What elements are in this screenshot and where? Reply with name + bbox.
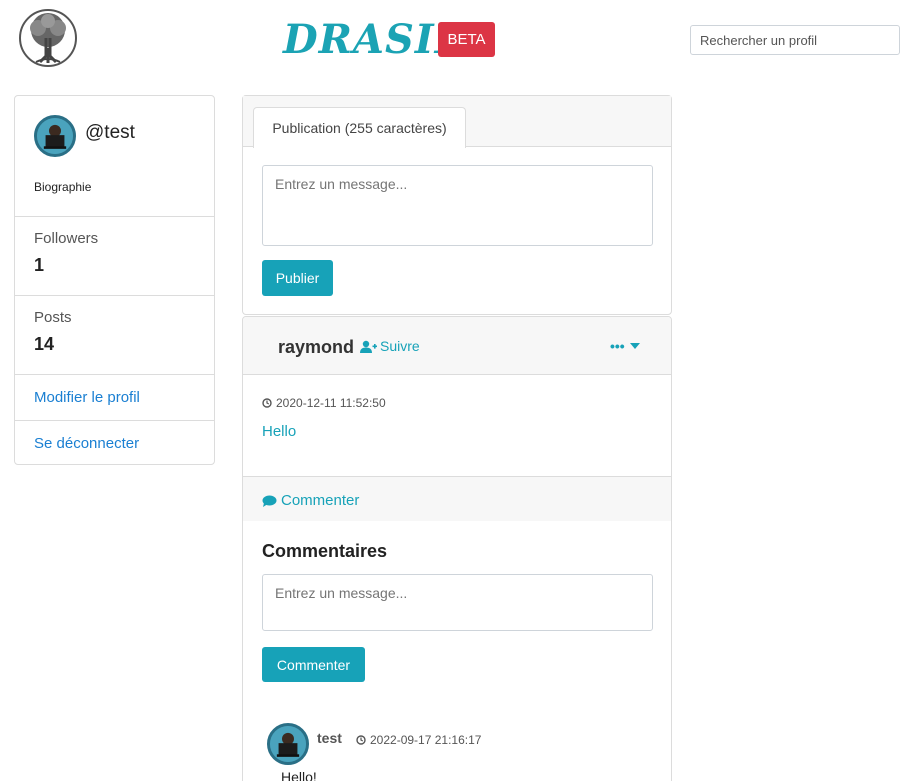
clock-icon bbox=[262, 398, 272, 408]
comments-heading: Commentaires bbox=[262, 541, 388, 561]
follow-label: Suivre bbox=[380, 338, 420, 354]
avatar[interactable] bbox=[34, 115, 76, 157]
post-date-text: 2020-12-11 11:52:50 bbox=[276, 396, 386, 410]
post-header: raymond Suivre ••• bbox=[243, 317, 671, 375]
logout-link[interactable]: Se déconnecter bbox=[15, 421, 214, 466]
profile-card: @test Biographie Followers 1 Posts 14 Mo… bbox=[14, 95, 215, 465]
post-body: 2020-12-11 11:52:50 Hello bbox=[243, 375, 671, 477]
publication-card: Publication (255 caractères) Publier bbox=[242, 95, 672, 315]
comment-link-label: Commenter bbox=[281, 492, 360, 509]
stat-value: 14 bbox=[34, 334, 55, 354]
edit-profile-link[interactable]: Modifier le profil bbox=[15, 375, 214, 421]
profile-header: @test Biographie bbox=[15, 96, 214, 217]
tab-publication[interactable]: Publication (255 caractères) bbox=[253, 107, 466, 148]
comment-author[interactable]: test bbox=[317, 730, 342, 746]
post-card: raymond Suivre ••• 2020-12-11 11:52:50 H… bbox=[242, 316, 672, 781]
stat-label: Followers bbox=[34, 230, 99, 247]
profile-handle: @test bbox=[85, 122, 135, 143]
comment-icon bbox=[262, 495, 277, 507]
ellipsis-icon: ••• bbox=[610, 338, 625, 354]
publish-button[interactable]: Publier bbox=[262, 260, 333, 296]
posts-stat: Posts 14 bbox=[15, 296, 214, 375]
followers-stat: Followers 1 bbox=[15, 217, 214, 296]
comment-bar: Commenter bbox=[243, 477, 671, 521]
clock-icon bbox=[356, 735, 366, 745]
comment-item: test 2022-09-17 21:16:17 Hello! bbox=[267, 723, 657, 781]
user-plus-icon bbox=[360, 340, 377, 353]
stat-label: Posts bbox=[34, 309, 72, 326]
post-date: 2020-12-11 11:52:50 bbox=[262, 396, 386, 410]
comment-submit-button[interactable]: Commenter bbox=[262, 647, 365, 682]
follow-button[interactable]: Suivre bbox=[360, 338, 420, 354]
brand-logo[interactable]: DRASIL bbox=[283, 18, 464, 62]
publication-header: Publication (255 caractères) bbox=[243, 96, 671, 148]
post-text: Hello bbox=[262, 423, 297, 440]
publication-input[interactable] bbox=[262, 165, 653, 246]
profile-bio: Biographie bbox=[34, 180, 92, 194]
tree-of-life-logo[interactable] bbox=[18, 8, 78, 68]
comment-date: 2022-09-17 21:16:17 bbox=[356, 733, 481, 747]
avatar[interactable] bbox=[267, 723, 309, 765]
brand-name: DRASIL bbox=[283, 16, 464, 63]
comment-text: Hello! bbox=[281, 769, 317, 781]
caret-down-icon bbox=[629, 343, 640, 349]
profile-search-input[interactable] bbox=[690, 25, 900, 55]
comment-toggle-link[interactable]: Commenter bbox=[262, 492, 359, 509]
comment-date-text: 2022-09-17 21:16:17 bbox=[370, 733, 482, 747]
beta-badge: BETA bbox=[438, 22, 495, 57]
post-options-menu[interactable]: ••• bbox=[610, 338, 640, 354]
post-author[interactable]: raymond bbox=[278, 337, 354, 358]
comment-input[interactable] bbox=[262, 574, 653, 631]
stat-value: 1 bbox=[34, 255, 45, 275]
